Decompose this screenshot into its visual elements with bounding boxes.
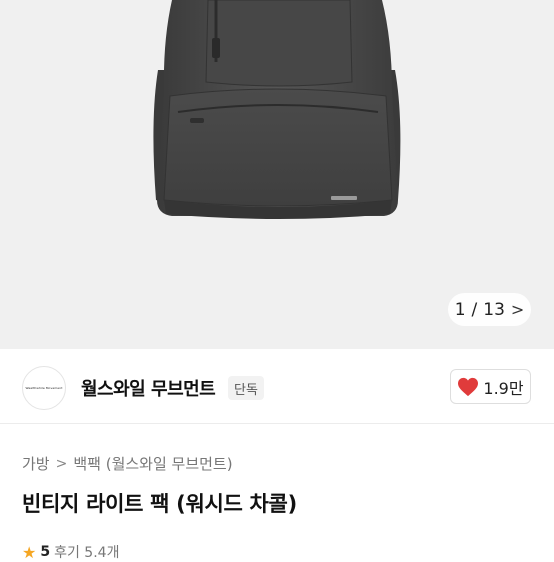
pager-total: 13: [483, 299, 505, 320]
pager-current: 1: [454, 299, 466, 320]
like-button[interactable]: 1.9만: [450, 369, 531, 404]
exclusive-badge: 단독: [228, 376, 264, 400]
pager-separator: /: [471, 299, 478, 320]
shop-logo-text: Wealthwhile Movement: [25, 386, 63, 390]
shop-name-link[interactable]: 월스와일 무브먼트: [81, 375, 216, 401]
chevron-right-icon[interactable]: >: [511, 300, 524, 319]
like-count: 1.9만: [483, 378, 524, 398]
star-icon: ★: [22, 542, 37, 562]
breadcrumb-item-category[interactable]: 가방: [22, 453, 50, 474]
rating-row[interactable]: ★ 5 후기 5.4개: [22, 542, 119, 562]
rating-score: 5: [40, 544, 51, 560]
heart-icon: [458, 377, 479, 396]
product-title: 빈티지 라이트 팩 (워시드 차콜): [22, 492, 297, 516]
product-image-gallery[interactable]: 1 / 13 >: [0, 0, 554, 349]
review-count: 후기 5.4개: [54, 545, 120, 561]
breadcrumb-item-subcategory[interactable]: 백팩 (월스와일 무브먼트): [73, 453, 232, 474]
shop-info-row: Wealthwhile Movement 월스와일 무브먼트 단독 1.9만: [0, 350, 554, 424]
chevron-right-icon: >: [55, 455, 68, 472]
breadcrumb: 가방 > 백팩 (월스와일 무브먼트): [22, 453, 233, 474]
image-pager[interactable]: 1 / 13 >: [448, 293, 531, 326]
shop-logo[interactable]: Wealthwhile Movement: [22, 366, 66, 410]
